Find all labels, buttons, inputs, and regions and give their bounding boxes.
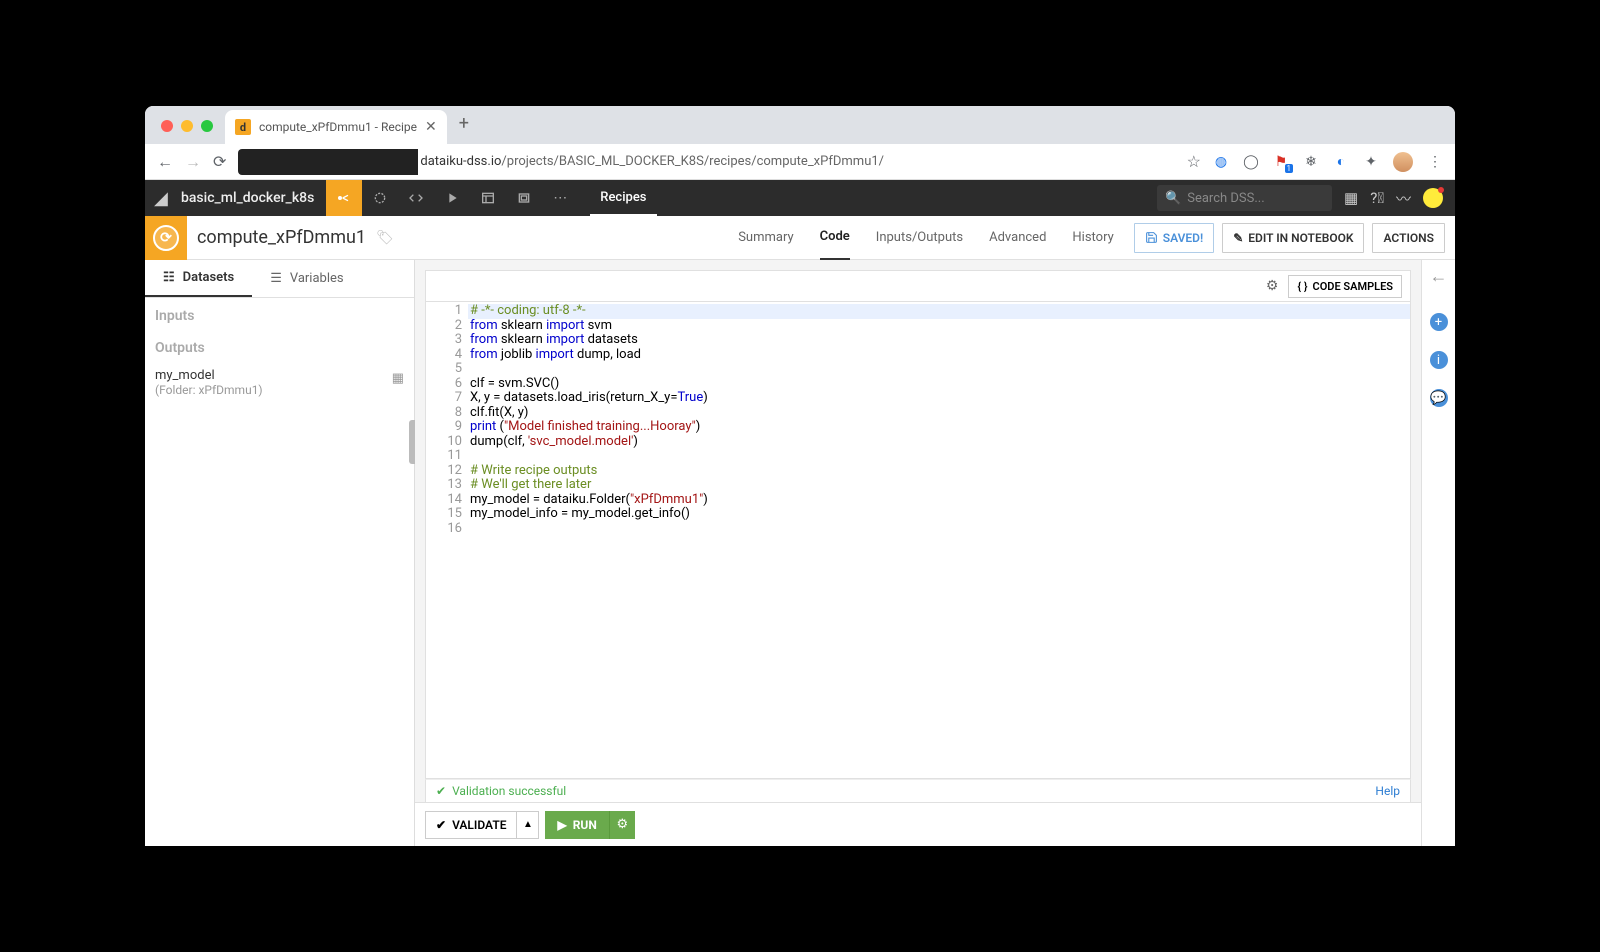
- notification-badge[interactable]: [1423, 188, 1443, 208]
- output-name: my_model: [155, 368, 404, 383]
- section-label[interactable]: Recipes: [590, 180, 656, 216]
- panel-drag-handle[interactable]: [409, 420, 415, 464]
- code-samples-button[interactable]: { } CODE SAMPLES: [1288, 275, 1402, 298]
- tab-advanced[interactable]: Advanced: [989, 216, 1046, 260]
- tag-icon[interactable]: 🏷: [376, 230, 394, 246]
- back-button[interactable]: ←: [157, 152, 173, 172]
- run-button[interactable]: ▶ RUN: [545, 811, 608, 839]
- search-input[interactable]: 🔍 Search DSS...: [1157, 185, 1332, 211]
- browser-tab-strip: d compute_xPfDmmu1 - Recipe ✕ +: [145, 106, 1455, 144]
- left-tab-variables[interactable]: ☰ Variables: [252, 260, 361, 297]
- close-tab-icon[interactable]: ✕: [425, 119, 437, 135]
- check-icon: ✔: [436, 784, 446, 798]
- help-link[interactable]: Help: [1375, 784, 1400, 798]
- search-icon: 🔍: [1165, 191, 1181, 206]
- more-icon[interactable]: ⋯: [542, 180, 578, 216]
- recipe-title: compute_xPfDmmu1: [187, 227, 376, 248]
- extensions-menu-icon[interactable]: ✦: [1363, 154, 1379, 170]
- tab-history[interactable]: History: [1072, 216, 1113, 260]
- minimize-window-icon[interactable]: [181, 120, 193, 132]
- project-name[interactable]: basic_ml_docker_k8s: [177, 190, 326, 206]
- search-placeholder: Search DSS...: [1187, 191, 1264, 206]
- forward-button[interactable]: →: [185, 152, 201, 172]
- line-gutter: 12345678910111213141516: [426, 302, 468, 778]
- rail-info-button[interactable]: i: [1430, 351, 1448, 369]
- braces-icon: { }: [1297, 280, 1307, 293]
- output-item[interactable]: ▦ my_model (Folder: xPfDmmu1): [145, 362, 414, 403]
- play-icon[interactable]: [434, 180, 470, 216]
- code-icon[interactable]: [398, 180, 434, 216]
- url-redacted: [238, 149, 418, 175]
- layers-icon[interactable]: [506, 180, 542, 216]
- editor-settings-icon[interactable]: ⚙: [1266, 278, 1279, 294]
- tab-summary[interactable]: Summary: [738, 216, 793, 260]
- collapse-rail-icon[interactable]: ←: [1430, 266, 1448, 287]
- recipe-type-icon: ⟳: [145, 216, 187, 260]
- ext-icon-5[interactable]: ◐: [1333, 154, 1349, 170]
- check-icon: ✔: [436, 818, 446, 832]
- editor-pane: ⚙ { } CODE SAMPLES 123456789101112131415…: [415, 260, 1421, 846]
- outputs-header: Outputs: [145, 330, 414, 362]
- recipe-tabs: Summary Code Inputs/Outputs Advanced His…: [718, 216, 1134, 260]
- rail-add-button[interactable]: +: [1430, 313, 1448, 331]
- app-top-bar: ◣ basic_ml_docker_k8s ⋯ Recipes 🔍 Search…: [145, 180, 1455, 216]
- left-panel: ☷ Datasets ☰ Variables Inputs Outputs ▦ …: [145, 260, 415, 846]
- ext-icon-2[interactable]: ◯: [1243, 154, 1259, 170]
- table-icon[interactable]: ▦: [392, 371, 404, 386]
- edit-in-notebook-button[interactable]: ✎ EDIT IN NOTEBOOK: [1222, 223, 1364, 253]
- circle-icon[interactable]: [362, 180, 398, 216]
- rail-chat-button[interactable]: 💬: [1430, 389, 1448, 407]
- output-folder: (Folder: xPfDmmu1): [155, 383, 404, 397]
- pencil-icon: ✎: [1233, 231, 1243, 245]
- right-rail: ← + i 💬: [1421, 260, 1455, 846]
- play-icon: ▶: [557, 818, 566, 832]
- apps-grid-icon[interactable]: ▦: [1344, 189, 1358, 207]
- saved-indicator: SAVED!: [1134, 223, 1214, 253]
- browser-tab[interactable]: d compute_xPfDmmu1 - Recipe ✕: [225, 110, 447, 144]
- dataiku-logo-icon[interactable]: ◣: [145, 188, 177, 209]
- flow-icon[interactable]: [326, 180, 362, 216]
- run-bar: ✔ VALIDATE ▲ ▶ RUN ⚙: [415, 802, 1421, 846]
- run-settings-button[interactable]: ⚙: [609, 811, 635, 839]
- favicon-icon: d: [235, 119, 251, 135]
- help-icon[interactable]: ?⃝: [1370, 189, 1384, 207]
- datasets-icon: ☷: [163, 270, 175, 285]
- url-input[interactable]: dataiku-dss.io/projects/BASIC_ML_DOCKER_…: [238, 148, 1174, 176]
- ext-icon-4[interactable]: ❄: [1303, 154, 1319, 170]
- profile-avatar[interactable]: [1393, 152, 1413, 172]
- ext-icon-3[interactable]: ⚑1: [1273, 154, 1289, 170]
- close-window-icon[interactable]: [161, 120, 173, 132]
- validation-text: Validation successful: [452, 784, 566, 798]
- code-editor[interactable]: 12345678910111213141516 # -*- coding: ut…: [425, 302, 1411, 779]
- reload-button[interactable]: ⟳: [213, 152, 226, 171]
- code-body[interactable]: # -*- coding: utf-8 -*-from sklearn impo…: [468, 302, 1410, 778]
- left-tab-datasets[interactable]: ☷ Datasets: [145, 260, 252, 297]
- tab-code[interactable]: Code: [820, 216, 850, 260]
- new-tab-button[interactable]: +: [459, 113, 469, 134]
- address-bar: ← → ⟳ dataiku-dss.io/projects/BASIC_ML_D…: [145, 144, 1455, 180]
- activity-icon[interactable]: 〰: [1396, 188, 1411, 209]
- validate-dropdown[interactable]: ▲: [517, 811, 539, 839]
- validate-button[interactable]: ✔ VALIDATE: [425, 811, 517, 839]
- validation-status-bar: ✔ Validation successful Help: [425, 779, 1411, 803]
- tab-title: compute_xPfDmmu1 - Recipe: [259, 120, 417, 134]
- browser-menu-icon[interactable]: ⋮: [1427, 154, 1443, 170]
- ext-icon-1[interactable]: ◍: [1213, 154, 1229, 170]
- bookmark-icon[interactable]: ☆: [1187, 152, 1201, 171]
- actions-button[interactable]: ACTIONS: [1372, 223, 1445, 253]
- dashboard-icon[interactable]: [470, 180, 506, 216]
- tab-inputs-outputs[interactable]: Inputs/Outputs: [876, 216, 963, 260]
- inputs-header: Inputs: [145, 298, 414, 330]
- recipe-header: ⟳ compute_xPfDmmu1 🏷 Summary Code Inputs…: [145, 216, 1455, 260]
- window-controls: [161, 120, 213, 132]
- extension-icons: ◍ ◯ ⚑1 ❄ ◐ ✦ ⋮: [1213, 152, 1443, 172]
- maximize-window-icon[interactable]: [201, 120, 213, 132]
- variables-icon: ☰: [270, 271, 282, 286]
